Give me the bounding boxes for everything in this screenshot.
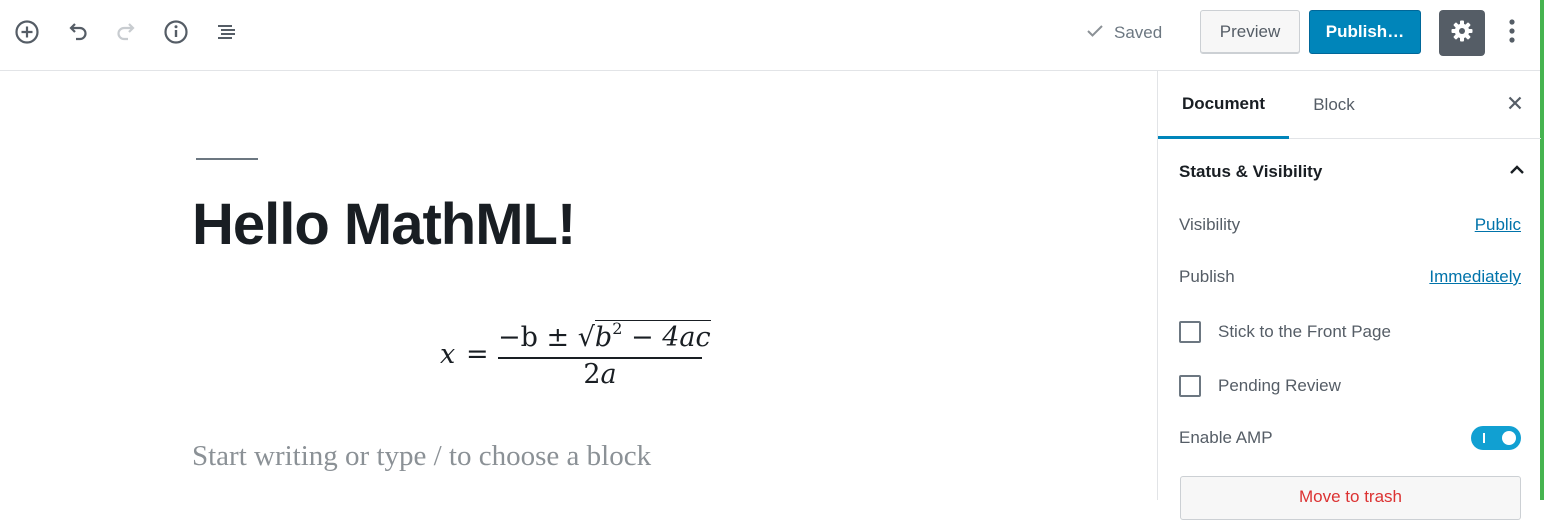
title-separator — [196, 158, 258, 160]
stick-front-page-checkbox[interactable] — [1179, 321, 1201, 343]
publish-label: Publish — [1179, 267, 1235, 286]
close-sidebar-button[interactable] — [1503, 93, 1527, 117]
sqrt-symbol: √ — [577, 322, 595, 353]
outline-icon[interactable] — [210, 16, 242, 48]
formula-lhs: x — [440, 339, 456, 370]
denominator-coefficient: 2 — [583, 359, 601, 390]
status-visibility-panel-toggle[interactable]: Status & Visibility — [1158, 139, 1541, 205]
editor-header: Saved Preview Publish… — [0, 0, 1540, 71]
gear-icon — [1450, 19, 1474, 48]
check-icon — [1086, 23, 1114, 43]
visibility-row: Visibility Public — [1179, 212, 1521, 238]
enable-amp-label: Enable AMP — [1179, 428, 1273, 447]
post-title[interactable]: Hello MathML! — [192, 188, 576, 262]
chevron-up-icon — [1509, 163, 1525, 181]
toggle-knob — [1502, 431, 1516, 445]
more-vertical-icon — [1508, 17, 1516, 50]
preview-button[interactable]: Preview — [1200, 10, 1300, 54]
publish-row: Publish Immediately — [1179, 264, 1521, 290]
formula-num-prefix: −b ± — [498, 322, 578, 353]
tab-document[interactable]: Document — [1158, 71, 1289, 139]
visibility-link[interactable]: Public — [1475, 215, 1521, 235]
radicand-base: b — [594, 322, 613, 353]
pending-review-label: Pending Review — [1218, 376, 1341, 395]
close-icon — [1507, 95, 1523, 116]
settings-sidebar: Document Block Status & Visibility Visib… — [1157, 71, 1541, 520]
saved-status: Saved — [1086, 22, 1162, 44]
tab-block[interactable]: Block — [1289, 71, 1379, 139]
info-icon[interactable] — [160, 16, 192, 48]
publish-button[interactable]: Publish… — [1309, 10, 1421, 54]
block-placeholder[interactable]: Start writing or type / to choose a bloc… — [192, 440, 651, 473]
pending-review-checkbox[interactable] — [1179, 375, 1201, 397]
add-block-icon[interactable] — [11, 16, 43, 48]
undo-icon[interactable] — [61, 16, 93, 48]
settings-button[interactable] — [1439, 10, 1485, 56]
redo-icon[interactable] — [111, 16, 143, 48]
sidebar-tabs: Document Block — [1158, 71, 1541, 139]
formula-equals: = — [466, 339, 489, 370]
radicand-rest: − 4ac — [622, 322, 711, 353]
enable-amp-toggle[interactable] — [1471, 426, 1521, 450]
denominator-variable: a — [600, 359, 617, 390]
editor-canvas: Hello MathML! x = −b ± √b2 − 4ac 2a Star… — [0, 71, 1157, 500]
formula-numerator: −b ± √b2 − 4ac — [498, 319, 711, 353]
formula-radicand: b2 − 4ac — [594, 319, 711, 353]
enable-amp-row: Enable AMP — [1179, 425, 1521, 451]
radicand-exponent: 2 — [612, 319, 623, 338]
move-to-trash-button[interactable]: Move to trash — [1180, 476, 1521, 520]
math-formula-block[interactable]: x = −b ± √b2 − 4ac 2a — [440, 319, 720, 395]
visibility-label: Visibility — [1179, 215, 1241, 234]
saved-label: Saved — [1114, 23, 1163, 42]
panel-title: Status & Visibility — [1179, 162, 1323, 181]
toggle-on-mark — [1483, 433, 1485, 443]
stick-front-page-option[interactable]: Stick to the Front Page — [1179, 319, 1391, 345]
pending-review-option[interactable]: Pending Review — [1179, 373, 1341, 399]
stick-front-page-label: Stick to the Front Page — [1218, 322, 1391, 341]
formula-denominator: 2a — [498, 359, 702, 390]
publish-date-link[interactable]: Immediately — [1429, 267, 1521, 287]
more-options-button[interactable] — [1500, 16, 1524, 50]
